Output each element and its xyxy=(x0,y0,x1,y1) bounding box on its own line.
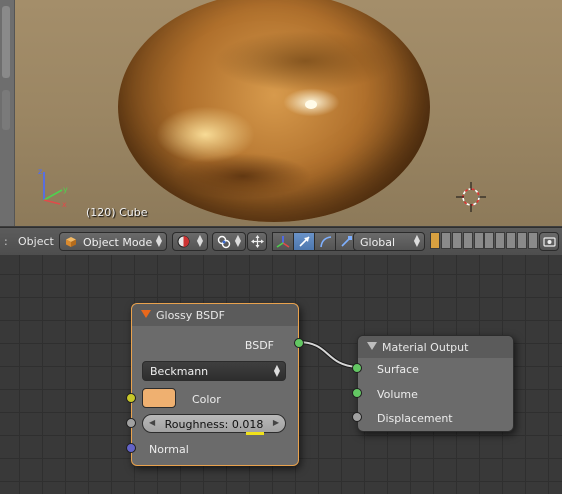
layer-cell[interactable] xyxy=(441,232,451,249)
distribution-select[interactable]: Beckmann ▲ ▼ xyxy=(142,361,286,381)
scale-arrow-icon xyxy=(341,236,352,247)
layer-cell[interactable] xyxy=(517,232,527,249)
node-title: Material Output xyxy=(382,341,469,354)
updown-arrows-icon: ▲ ▼ xyxy=(155,233,162,248)
layers-grid-2[interactable] xyxy=(484,232,539,251)
tool-shelf-tab[interactable] xyxy=(2,90,10,130)
viewport-shading-select[interactable]: ▲ ▼ xyxy=(172,232,208,251)
layer-cell[interactable] xyxy=(495,232,505,249)
editor-type-edge[interactable]: : xyxy=(4,235,14,248)
distribution-label: Beckmann xyxy=(150,365,209,378)
render-preview-button[interactable] xyxy=(539,232,559,251)
roughness-input-socket[interactable] xyxy=(126,418,136,428)
camera-icon xyxy=(543,237,556,247)
layer-cell[interactable] xyxy=(528,232,538,249)
color-input-label: Color xyxy=(192,393,221,406)
cube-icon xyxy=(66,237,76,247)
axis-gizmo-icon: z y x xyxy=(38,167,68,208)
transform-orientation-label: Global xyxy=(360,236,396,249)
mode-select[interactable]: Object Mode ▲ ▼ xyxy=(59,232,167,251)
layer-cell[interactable] xyxy=(463,232,473,249)
translate-arrow-icon xyxy=(299,236,310,247)
highlight-marker xyxy=(246,432,264,435)
pivot-point-icon xyxy=(217,235,231,249)
volume-input-label: Volume xyxy=(377,388,418,401)
object-menu[interactable]: Object xyxy=(18,235,54,248)
manipulator-rotate-button[interactable] xyxy=(314,232,336,251)
roughness-slider[interactable]: ◀ Roughness: 0.018 ▶ xyxy=(142,414,286,433)
material-output-node[interactable]: Material Output Surface Volume Displacem… xyxy=(352,335,514,432)
color-swatch[interactable] xyxy=(142,388,176,408)
layer-cell[interactable] xyxy=(506,232,516,249)
normal-input-socket[interactable] xyxy=(126,443,136,453)
3d-cursor-icon xyxy=(456,182,486,212)
roughness-value: Roughness: 0.018 xyxy=(164,418,264,431)
node-header[interactable]: Material Output xyxy=(358,336,513,358)
axis-x-label: x xyxy=(62,200,67,208)
surface-input-label: Surface xyxy=(377,363,419,376)
transform-manipulator-group xyxy=(272,232,357,251)
glossy-bsdf-node[interactable]: Glossy BSDF BSDF Beckmann ▲ ▼ Color ◀ Rou… xyxy=(126,303,304,466)
increment-arrow-icon[interactable]: ▶ xyxy=(273,418,279,427)
volume-input-socket[interactable] xyxy=(352,388,362,398)
updown-arrows-icon: ▲ ▼ xyxy=(273,363,280,378)
displacement-input-socket[interactable] xyxy=(352,412,362,422)
active-object-label: (120) Cube xyxy=(86,206,148,219)
updown-arrows-icon: ▲ ▼ xyxy=(234,233,241,248)
pivot-point-select[interactable]: ▲ ▼ xyxy=(212,232,246,251)
layers-grid-1[interactable] xyxy=(430,232,485,251)
layer-cell[interactable] xyxy=(474,232,484,249)
node-editor[interactable]: Glossy BSDF BSDF Beckmann ▲ ▼ Color ◀ Rou… xyxy=(0,255,562,494)
updown-arrows-icon: ▲ ▼ xyxy=(413,233,420,248)
axes-tripod-icon xyxy=(276,236,290,248)
mode-select-label: Object Mode xyxy=(83,236,153,249)
manipulator-toggle[interactable] xyxy=(247,232,267,251)
tool-shelf-strip[interactable] xyxy=(0,0,15,226)
normal-input-label: Normal xyxy=(149,443,189,456)
glossy-sphere-render xyxy=(118,0,430,222)
manipulator-axes-button[interactable] xyxy=(272,232,294,251)
node-header[interactable]: Glossy BSDF xyxy=(132,304,298,326)
rotate-arc-icon xyxy=(320,236,332,248)
axis-y-label: y xyxy=(63,185,68,194)
layer-cell[interactable] xyxy=(430,232,440,249)
collapse-triangle-icon[interactable] xyxy=(367,342,377,350)
surface-input-socket[interactable] xyxy=(352,363,362,373)
node-title: Glossy BSDF xyxy=(156,309,225,322)
collapse-triangle-icon[interactable] xyxy=(141,310,151,318)
specular-highlight xyxy=(305,100,317,109)
bsdf-output-label: BSDF xyxy=(244,339,274,352)
viewport-header: : Object Object Mode ▲ ▼ ▲ ▼ ▲ ▼ Global … xyxy=(0,227,562,256)
axis-z-label: z xyxy=(38,167,42,176)
3d-viewport[interactable]: z y x (120) Cube xyxy=(0,0,562,226)
move-arrows-icon xyxy=(251,235,264,248)
transform-orientation-select[interactable]: Global ▲ ▼ xyxy=(353,232,425,251)
shading-sphere-icon xyxy=(177,235,190,248)
manipulator-translate-button[interactable] xyxy=(293,232,315,251)
color-input-socket[interactable] xyxy=(126,393,136,403)
displacement-input-label: Displacement xyxy=(377,412,453,425)
layer-cell[interactable] xyxy=(484,232,494,249)
layer-cell[interactable] xyxy=(452,232,462,249)
bsdf-output-socket[interactable] xyxy=(294,338,304,348)
updown-arrows-icon: ▲ ▼ xyxy=(196,233,203,248)
tool-shelf-tab[interactable] xyxy=(2,6,10,78)
